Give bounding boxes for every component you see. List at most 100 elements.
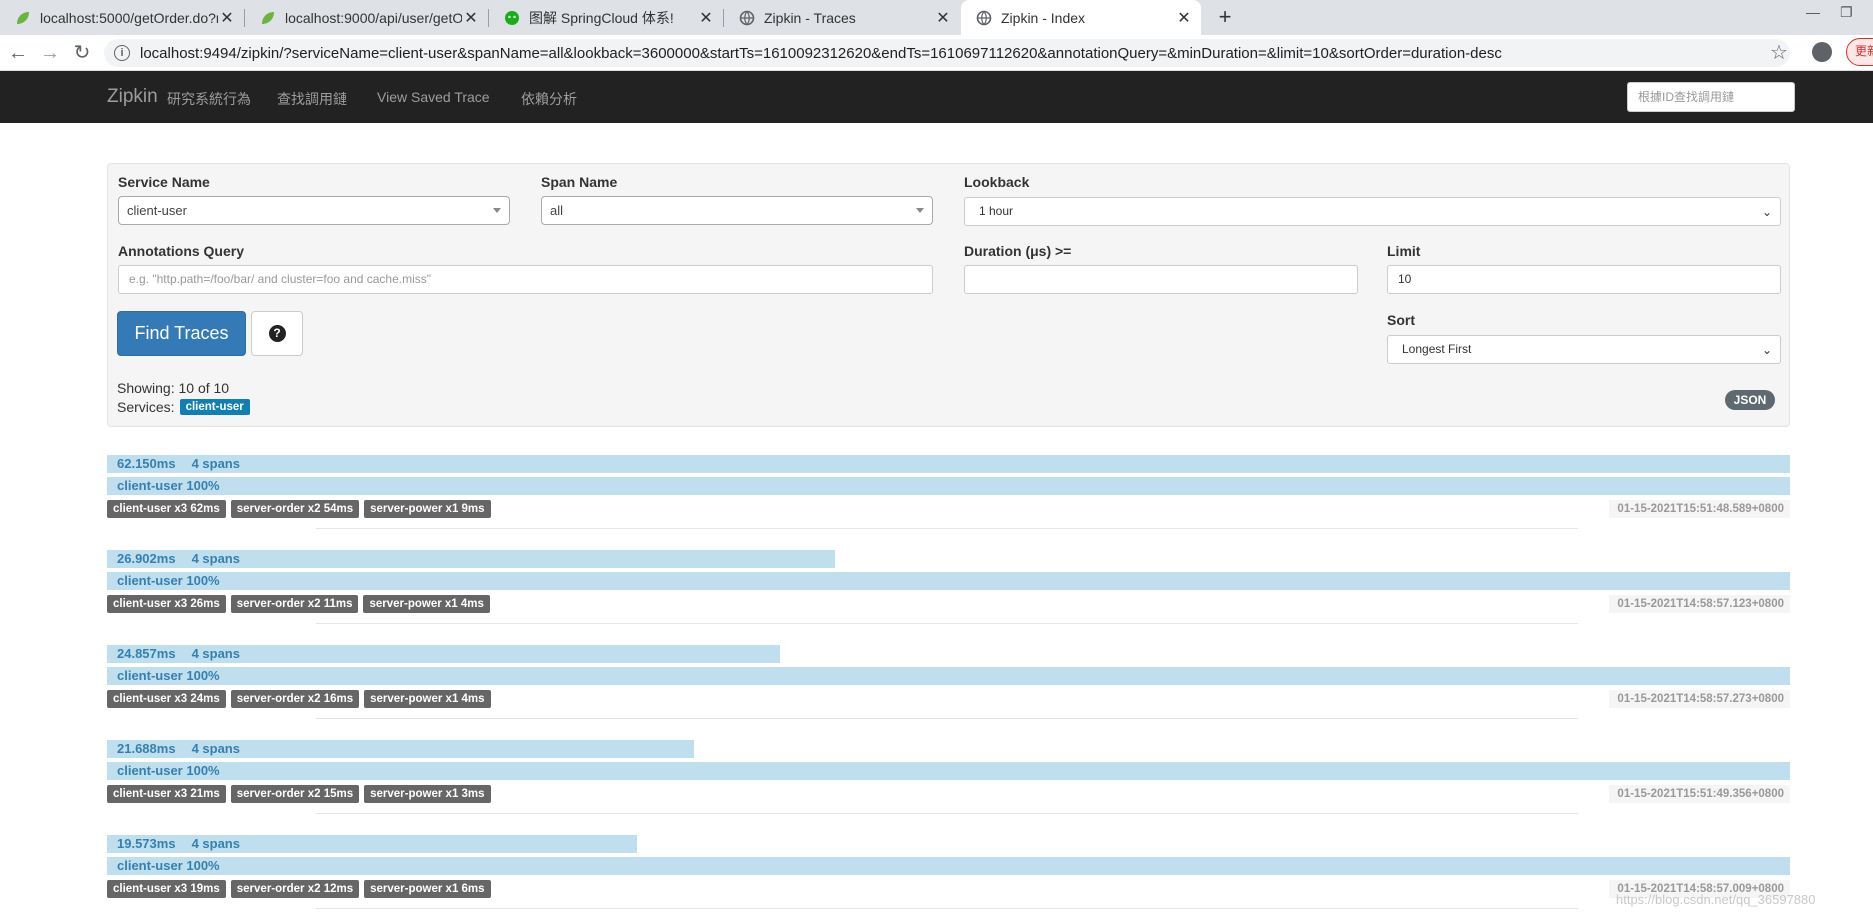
minimize-icon[interactable]: —: [1806, 4, 1820, 20]
trace-timestamp: 01-15-2021T14:58:57.273+0800: [1609, 690, 1790, 708]
close-tab-icon[interactable]: ✕: [1175, 8, 1193, 28]
service-tag[interactable]: client-user x3 24ms: [107, 690, 226, 708]
close-tab-icon[interactable]: ✕: [697, 8, 715, 28]
globe-icon: [738, 9, 756, 27]
update-button[interactable]: 更新: [1846, 38, 1873, 66]
close-tab-icon[interactable]: ✕: [218, 8, 236, 28]
service-tag[interactable]: server-order x2 54ms: [230, 500, 360, 518]
row-divider: [316, 623, 1578, 624]
close-tab-icon[interactable]: ✕: [462, 8, 480, 28]
trace-id-search-input[interactable]: 根據ID查找調用鏈: [1627, 82, 1795, 112]
duration-bar[interactable]: 62.150ms 4 spans: [107, 455, 1790, 473]
duration-bar[interactable]: 19.573ms 4 spans: [107, 835, 637, 853]
service-tag[interactable]: client-user x3 62ms: [107, 500, 226, 518]
service-tag[interactable]: client-user x3 19ms: [107, 880, 226, 898]
trace-row[interactable]: 26.902ms 4 spans client-user 100% client-…: [107, 550, 1790, 645]
duration-input[interactable]: [964, 265, 1358, 294]
tab-title: Zipkin - Index: [1001, 9, 1086, 26]
span-name-select[interactable]: all: [541, 196, 933, 225]
trace-duration: 19.573ms: [117, 836, 176, 851]
services-summary: Services: client-user: [117, 399, 250, 415]
trace-duration: 21.688ms: [117, 741, 176, 756]
reload-icon[interactable]: ↻: [70, 41, 94, 65]
service-tag[interactable]: server-order x2 16ms: [230, 690, 360, 708]
back-arrow-icon[interactable]: ←: [6, 41, 30, 65]
forward-arrow-icon[interactable]: →: [38, 41, 62, 65]
services-label: Services:: [117, 399, 175, 415]
service-percentage-bar[interactable]: client-user 100%: [107, 572, 1790, 590]
service-percentage-bar[interactable]: client-user 100%: [107, 762, 1790, 780]
trace-row[interactable]: 21.688ms 4 spans client-user 100% client-…: [107, 740, 1790, 835]
trace-row[interactable]: 24.857ms 4 spans client-user 100% client-…: [107, 645, 1790, 740]
bookmark-star-icon[interactable]: ☆: [1770, 40, 1788, 65]
help-button[interactable]: ?: [251, 311, 303, 356]
trace-timestamp: 01-15-2021T14:58:57.123+0800: [1609, 595, 1790, 613]
browser-tab-active[interactable]: Zipkin - Index ✕: [961, 0, 1201, 35]
chevron-down-icon: ⌄: [1761, 343, 1772, 357]
service-tag[interactable]: server-order x2 12ms: [230, 880, 360, 898]
limit-input[interactable]: 10: [1387, 265, 1781, 294]
search-panel: Service Name client-user Span Name all L…: [107, 163, 1790, 427]
service-tag[interactable]: server-power x1 4ms: [364, 690, 491, 708]
trace-duration: 26.902ms: [117, 551, 176, 566]
service-tag[interactable]: server-power x1 9ms: [364, 500, 491, 518]
trace-row[interactable]: 19.573ms 4 spans client-user 100% client-…: [107, 835, 1790, 920]
tab-title: localhost:5000/getOrder.do?n: [40, 9, 218, 26]
sort-label: Sort: [1387, 312, 1415, 328]
zipkin-brand[interactable]: Zipkin: [107, 86, 158, 108]
trace-timestamp: 01-15-2021T15:51:49.356+0800: [1609, 785, 1790, 803]
profile-avatar-icon[interactable]: [1812, 42, 1832, 62]
duration-bar[interactable]: 24.857ms 4 spans: [107, 645, 780, 663]
new-tab-icon[interactable]: +: [1212, 4, 1238, 30]
json-button[interactable]: JSON: [1725, 390, 1775, 410]
service-tag[interactable]: server-power x1 6ms: [364, 880, 491, 898]
service-tags: client-user x3 19ms server-order x2 12ms…: [107, 880, 496, 898]
trace-span-count: 4 spans: [191, 741, 240, 756]
info-icon[interactable]: i: [114, 45, 130, 61]
showing-count: Showing: 10 of 10: [117, 380, 230, 396]
dropdown-arrow-icon: [493, 208, 501, 213]
spring-leaf-icon: [259, 9, 277, 27]
spring-leaf-icon: [14, 9, 32, 27]
service-percentage-bar[interactable]: client-user 100%: [107, 477, 1790, 495]
trace-row[interactable]: 62.150ms 4 spans client-user 100% client-…: [107, 455, 1790, 550]
service-percentage-bar[interactable]: client-user 100%: [107, 857, 1790, 875]
find-traces-button[interactable]: Find Traces: [117, 311, 246, 356]
browser-tab-1[interactable]: localhost:5000/getOrder.do?n ✕: [0, 0, 244, 35]
duration-bar[interactable]: 21.688ms 4 spans: [107, 740, 694, 758]
chevron-down-icon: ⌄: [1761, 205, 1772, 219]
service-name-select[interactable]: client-user: [118, 196, 510, 225]
nav-link-dependencies[interactable]: 依賴分析: [521, 89, 577, 109]
browser-tab-4[interactable]: Zipkin - Traces ✕: [724, 0, 960, 35]
browser-tab-3[interactable]: 图解 SpringCloud 体系! ✕: [489, 0, 723, 35]
nav-link-saved-trace[interactable]: View Saved Trace: [377, 89, 490, 105]
sort-select[interactable]: Longest First ⌄: [1387, 335, 1781, 364]
service-tag[interactable]: client-user x3 21ms: [107, 785, 226, 803]
tab-title: localhost:9000/api/user/getOr: [285, 9, 462, 26]
lookback-select[interactable]: 1 hour ⌄: [964, 197, 1781, 226]
service-tag[interactable]: server-power x1 3ms: [364, 785, 491, 803]
service-tag[interactable]: server-order x2 11ms: [230, 595, 359, 613]
service-badge[interactable]: client-user: [179, 399, 250, 415]
question-circle-icon: ?: [268, 325, 286, 342]
nav-link-discover[interactable]: 研究系統行為: [167, 89, 251, 109]
dropdown-arrow-icon: [916, 208, 924, 213]
browser-tab-2[interactable]: localhost:9000/api/user/getOr ✕: [245, 0, 488, 35]
close-tab-icon[interactable]: ✕: [934, 8, 952, 28]
service-percentage-bar[interactable]: client-user 100%: [107, 667, 1790, 685]
trace-span-count: 4 spans: [191, 456, 240, 471]
service-tag[interactable]: client-user x3 26ms: [107, 595, 226, 613]
service-tag[interactable]: server-order x2 15ms: [230, 785, 360, 803]
span-name-value: all: [550, 203, 564, 218]
address-bar[interactable]: i localhost:9494/zipkin/?serviceName=cli…: [104, 39, 1790, 67]
annotations-query-input[interactable]: e.g. "http.path=/foo/bar/ and cluster=fo…: [118, 265, 933, 294]
row-divider: [316, 813, 1578, 814]
duration-bar[interactable]: 26.902ms 4 spans: [107, 550, 835, 568]
address-url[interactable]: localhost:9494/zipkin/?serviceName=clien…: [140, 45, 1502, 62]
service-tag[interactable]: server-power x1 4ms: [363, 595, 490, 613]
trace-timestamp: 01-15-2021T15:51:48.589+0800: [1609, 500, 1790, 518]
restore-icon[interactable]: ❐: [1840, 4, 1853, 21]
zipkin-navbar: Zipkin 研究系統行為 查找調用鏈 View Saved Trace 依賴分…: [0, 71, 1873, 123]
lookback-label: Lookback: [964, 174, 1030, 190]
nav-link-find-trace[interactable]: 查找調用鏈: [277, 89, 347, 109]
